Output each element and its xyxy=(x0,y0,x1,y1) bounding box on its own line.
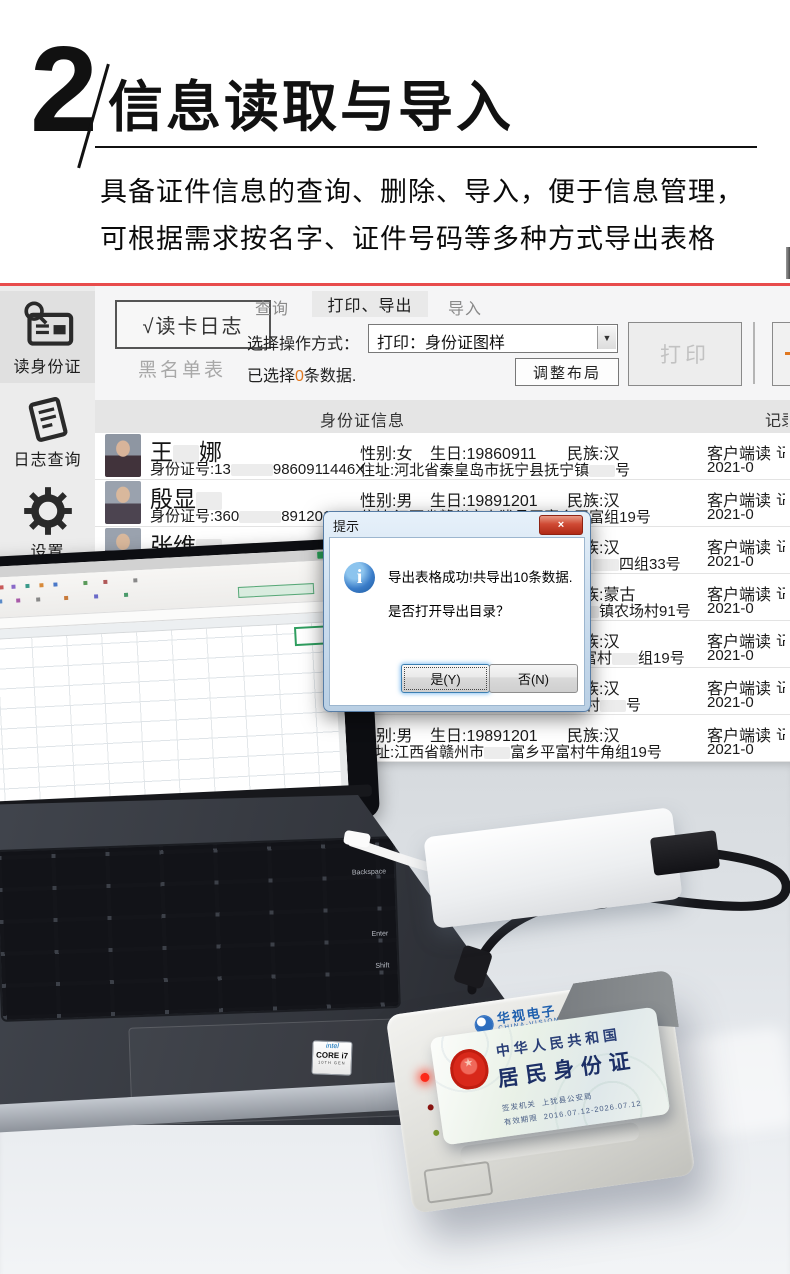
gear-icon xyxy=(0,484,95,538)
address: 住址:河北省秦皇岛市抚宁县抚宁镇 号 xyxy=(360,459,630,480)
address: 四组33号 xyxy=(593,553,681,574)
address-part: 号 xyxy=(615,462,630,479)
record-date: 2021-0 xyxy=(707,459,754,476)
address-part: 四组33号 xyxy=(619,556,681,573)
status-led-green xyxy=(433,1129,440,1136)
section-number: 2 xyxy=(30,28,94,150)
record-date: 2021-0 xyxy=(707,600,754,617)
id-card-search-icon xyxy=(0,299,95,353)
dialog-title: 提示 xyxy=(333,516,359,535)
title-underline xyxy=(95,146,757,148)
redacted-block xyxy=(612,653,638,665)
address: 住址:江西省赣州市 富乡平富村牛角组19号 xyxy=(360,741,662,762)
operation-mode-label: 选择操作方式： xyxy=(247,330,359,354)
dialog-message: 导出表格成功!共导出10条数据. xyxy=(388,566,573,586)
info-icon: i xyxy=(344,562,375,593)
sidebar-item-label: 日志查询 xyxy=(0,446,95,470)
cpu-generation: 10TH GEN xyxy=(313,1059,351,1065)
excel-grid xyxy=(0,622,349,809)
record-source-clipped: 记 xyxy=(776,440,785,458)
record-source-clipped: 记 xyxy=(776,628,785,646)
table-row[interactable]: 王娜 身份证号:139860911446X 性别:女 生日:19860911 民… xyxy=(95,433,790,480)
operation-mode-select[interactable]: 打印：身份证图样 ▼ xyxy=(368,324,618,353)
key-shift: Shift xyxy=(375,962,389,969)
sidebar-item-read-id-card[interactable]: 读身份证 xyxy=(0,291,95,383)
sidebar-item-label: 读身份证 xyxy=(0,353,95,377)
chevron-down-icon[interactable]: ▼ xyxy=(597,326,616,349)
reader-notch xyxy=(423,1161,493,1204)
tab-import[interactable]: 导入 xyxy=(448,295,482,319)
selected-suffix: 条数据. xyxy=(304,368,356,385)
redacted-block xyxy=(484,747,510,759)
redacted-block xyxy=(231,464,273,476)
record-source-clipped: 记 xyxy=(776,487,785,505)
intel-core-i7-sticker: intel CORE i7 10TH GEN xyxy=(311,1040,352,1075)
adjust-layout-button[interactable]: 调整布局 xyxy=(515,358,619,386)
record-date: 2021-0 xyxy=(707,553,754,570)
id-number: 身份证号:13 9860911446X xyxy=(150,458,365,479)
excel-style-gallery xyxy=(238,583,314,598)
record-source-clipped: 记 xyxy=(776,581,785,599)
record-date: 2021-0 xyxy=(707,694,754,711)
close-icon[interactable]: × xyxy=(539,515,583,535)
subtitle-line-1: 具备证件信息的查询、删除、导入，便于信息管理， xyxy=(100,170,744,209)
avatar xyxy=(105,481,141,524)
record-source-clipped: 记 xyxy=(776,534,785,552)
key-enter: Enter xyxy=(371,930,388,938)
blacklist-button[interactable]: 黑名单表 xyxy=(138,355,226,382)
excel-spreadsheet-screen xyxy=(0,549,349,808)
page: 2 信息读取与导入 具备证件信息的查询、删除、导入，便于信息管理， 可根据需求按… xyxy=(0,0,790,1274)
table-header: 身份证信息 记录 xyxy=(95,400,790,433)
record-source-clipped: 记 xyxy=(776,675,785,693)
record-date: 2021-0 xyxy=(707,741,754,758)
dialog-question: 是否打开导出目录？ xyxy=(388,600,510,620)
address-part: 组19号 xyxy=(604,509,651,526)
log-document-icon xyxy=(0,392,95,446)
export-icon xyxy=(785,352,790,355)
export-success-dialog: 提示 × i 导出表格成功!共导出10条数据. 是否打开导出目录？ 是(Y) 否… xyxy=(323,511,591,712)
redacted-block xyxy=(589,465,615,477)
dialog-body: i 导出表格成功!共导出10条数据. 是否打开导出目录？ 是(Y) 否(N) xyxy=(329,537,585,706)
selected-count: 0 xyxy=(295,368,304,385)
record-date: 2021-0 xyxy=(707,647,754,664)
print-button[interactable]: 打印 xyxy=(628,322,742,386)
power-led xyxy=(420,1072,430,1082)
status-led-red xyxy=(427,1104,434,1111)
redacted-block xyxy=(239,511,281,523)
export-button-partial[interactable] xyxy=(772,322,790,386)
selected-prefix: 已选择 xyxy=(247,368,295,385)
address-part: 住址:河北省秦皇岛市抚宁县抚宁镇 xyxy=(360,462,589,479)
address-part: 富乡平富村牛角组19号 xyxy=(510,744,662,761)
no-button[interactable]: 否(N) xyxy=(489,664,578,693)
avatar xyxy=(105,434,141,477)
column-id-info: 身份证信息 xyxy=(320,407,405,431)
selected-count-status: 已选择0条数据. xyxy=(247,362,356,386)
address-part: 组19号 xyxy=(638,650,685,667)
record-date: 2021-0 xyxy=(707,506,754,523)
record-source-clipped: 记 xyxy=(776,722,785,740)
page-title: 信息读取与导入 xyxy=(108,62,514,142)
tab-print-export[interactable]: 打印、导出 xyxy=(312,291,428,317)
sidebar-item-log-query[interactable]: 日志查询 xyxy=(0,384,95,476)
operation-mode-value: 打印：身份证图样 xyxy=(377,329,505,353)
address-part: 住址:江西省赣州市 xyxy=(360,744,484,761)
laptop-keyboard: Backspace Enter Shift xyxy=(0,836,401,1022)
address-part: 镇农场村91号 xyxy=(599,603,691,620)
redacted-block xyxy=(593,559,619,571)
address: 富村组19号 xyxy=(582,647,685,668)
subtitle-line-2: 可根据需求按名字、证件号码等多种方式导出表格 xyxy=(100,217,716,256)
tab-query[interactable]: 查询 xyxy=(255,295,289,319)
key-backspace: Backspace xyxy=(352,868,386,876)
id-part: 身份证号:360 xyxy=(150,508,239,525)
address-part: 号 xyxy=(626,697,641,714)
titlebar-accent-line xyxy=(0,283,790,286)
id-part: 9860911446X xyxy=(273,461,365,478)
redacted-block xyxy=(600,700,626,712)
usb-plug-black xyxy=(650,830,720,876)
yes-button[interactable]: 是(Y) xyxy=(401,664,490,693)
window-edge-fragment xyxy=(786,247,790,279)
toolbar-divider xyxy=(753,322,755,384)
id-part: 身份证号:13 xyxy=(150,461,231,478)
column-record: 记录 xyxy=(765,407,788,427)
